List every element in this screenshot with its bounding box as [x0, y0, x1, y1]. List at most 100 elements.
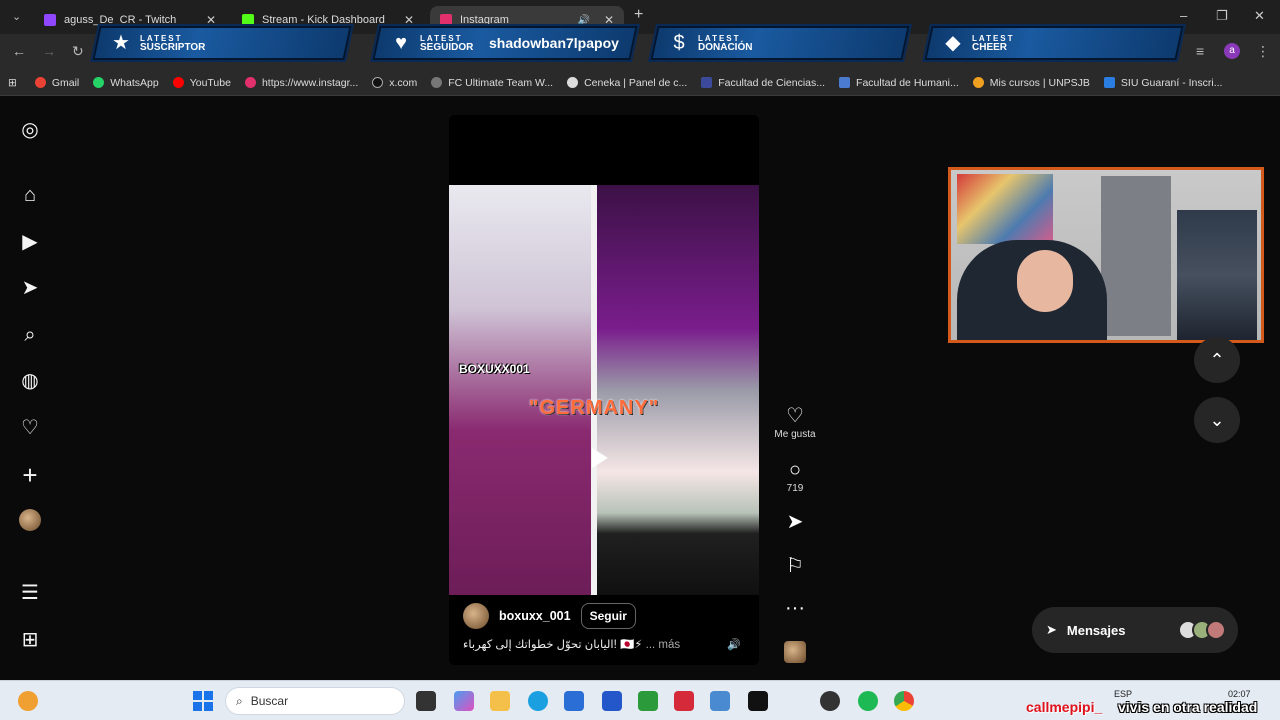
new-tab-icon[interactable]: +: [634, 6, 643, 24]
back-icon[interactable]: ←: [12, 43, 26, 59]
save-button[interactable]: ⚐: [770, 555, 820, 577]
file-explorer-icon[interactable]: [490, 691, 510, 711]
previous-reel-button[interactable]: ⌃: [1194, 337, 1240, 383]
globe-icon: [431, 77, 443, 88]
more-options-button[interactable]: ···: [770, 597, 820, 619]
author-avatar[interactable]: [463, 603, 489, 629]
bookmark-siu-guarani[interactable]: SIU Guaraní - Inscri...: [1103, 76, 1223, 89]
bookmark-label: Gmail: [51, 76, 80, 89]
audio-avatar: [784, 641, 806, 663]
author-username[interactable]: boxuxx_001: [499, 609, 571, 623]
caption-more-link[interactable]: ... más: [646, 639, 681, 651]
bookmark-label: https://www.instagr...: [261, 76, 359, 89]
maximize-icon[interactable]: ❐: [1216, 8, 1228, 24]
next-reel-button[interactable]: ⌄: [1194, 397, 1240, 443]
instagram-page: ◎ ⌂ ▶ ➤ ⌕ ◍ ♡ + ☰ ⊞ BOXUXX001 "GERMANY": [0, 97, 1280, 680]
bookmark-label: FC Ultimate Team W...: [448, 76, 554, 89]
home-icon[interactable]: ⌂: [18, 183, 42, 207]
instagram-logo-icon[interactable]: ◎: [18, 118, 42, 142]
reel-player[interactable]: BOXUXX001 "GERMANY" boxuxx_001 Seguir ال…: [449, 115, 759, 665]
tab-search-icon[interactable]: ⌄: [12, 10, 21, 23]
forward-icon[interactable]: →: [42, 43, 56, 59]
bookmark-mis-cursos[interactable]: Mis cursos | UNPSJB: [972, 77, 1090, 89]
bookmark-facultad-ciencias[interactable]: Facultad de Ciencias...: [701, 77, 825, 89]
document-icon: [839, 77, 851, 88]
more-menu-icon[interactable]: ☰: [18, 581, 42, 605]
minimize-icon[interactable]: –: [1180, 8, 1187, 23]
message-avatars: [1178, 620, 1226, 640]
bookmark-label: YouTube: [189, 76, 231, 89]
app-icon-red[interactable]: [674, 691, 694, 711]
bookmark-gmail[interactable]: Gmail: [34, 76, 80, 89]
moodle-icon: [972, 77, 984, 88]
weather-icon[interactable]: [18, 691, 38, 711]
comment-button[interactable]: ○ 719: [770, 459, 820, 494]
close-window-icon[interactable]: ✕: [1254, 8, 1265, 24]
chevron-up-icon: ⌃: [1209, 350, 1225, 370]
bookmark-fc-ultimate[interactable]: FC Ultimate Team W...: [431, 77, 553, 89]
banner-title: CHEER: [972, 42, 1008, 53]
xbox-icon[interactable]: [638, 691, 658, 711]
bookmark-facultad-humanidades[interactable]: Facultad de Humani...: [839, 77, 959, 89]
stream-overlay-message: vivis en otra realidad: [1118, 699, 1258, 715]
send-icon[interactable]: ➤: [18, 276, 42, 300]
follow-button[interactable]: Seguir: [580, 603, 636, 629]
obs-icon[interactable]: [820, 691, 840, 711]
screen: ⌄ aguss_De_CR - Twitch ✕ Stream - Kick D…: [0, 0, 1280, 720]
create-plus-icon[interactable]: +: [18, 462, 42, 488]
store-icon[interactable]: [564, 691, 584, 711]
profile-avatar[interactable]: a: [1224, 43, 1240, 59]
task-view-icon[interactable]: [416, 691, 436, 711]
spotify-icon[interactable]: [858, 691, 878, 711]
background-door: [1101, 176, 1171, 336]
notifications-heart-icon[interactable]: ♡: [18, 416, 42, 440]
taskbar-search-input[interactable]: ⌕ Buscar: [225, 687, 405, 715]
bookmark-label: WhatsApp: [110, 76, 159, 89]
bookmark-ceneka[interactable]: Ceneka | Panel de c...: [567, 77, 687, 89]
language-indicator[interactable]: ESP: [1114, 689, 1132, 699]
messages-label: Mensajes: [1066, 622, 1126, 638]
latest-subscriber-banner: ★ LATEST SUSCRIPTOR: [89, 24, 355, 62]
chrome-icon[interactable]: [894, 691, 914, 711]
copilot-icon[interactable]: [454, 691, 474, 711]
latest-follower-banner: ♥ LATEST SEGUIDOR shadowban7lpapoy: [369, 24, 641, 62]
banner-title: SEGUIDOR: [420, 42, 474, 53]
reel-video[interactable]: BOXUXX001 "GERMANY": [449, 185, 759, 595]
send-icon: ➤: [1046, 622, 1057, 637]
bookmark-instagram[interactable]: https://www.instagr...: [244, 76, 359, 89]
share-button[interactable]: ➤: [770, 511, 820, 533]
reels-icon[interactable]: ▶: [18, 230, 42, 254]
reload-icon[interactable]: ↻: [72, 43, 84, 60]
volume-icon[interactable]: 🔊: [727, 638, 741, 652]
search-icon[interactable]: ⌕: [18, 323, 42, 347]
media-control-icon[interactable]: ≡: [1196, 43, 1204, 59]
play-icon[interactable]: [592, 448, 608, 468]
explore-icon[interactable]: ◍: [18, 369, 42, 393]
bookmark-whatsapp[interactable]: WhatsApp: [93, 76, 159, 89]
app-icon[interactable]: [602, 691, 622, 711]
bookmark-label: SIU Guaraní - Inscri...: [1120, 76, 1223, 89]
system-tray: callmepipi_ vivis en otra realidad ESP 0…: [978, 685, 1274, 717]
start-button[interactable]: [193, 691, 213, 711]
apps-grid-icon[interactable]: ⊞: [8, 77, 17, 89]
stream-overlay-username: callmepipi_: [1026, 699, 1103, 715]
edge-icon[interactable]: [528, 691, 548, 711]
video-watermark: BOXUXX001: [459, 362, 530, 376]
audio-thumbnail[interactable]: [770, 641, 820, 668]
messages-button[interactable]: ➤ Mensajes: [1032, 607, 1238, 653]
dollar-icon: $: [673, 32, 685, 54]
bookmark-x[interactable]: x.com: [372, 77, 417, 89]
tiktok-icon[interactable]: [748, 691, 768, 711]
meta-apps-icon[interactable]: ⊞: [18, 628, 42, 652]
bookmark-youtube[interactable]: YouTube: [172, 76, 231, 89]
menu-icon[interactable]: ⋮: [1256, 43, 1270, 60]
banner-value: shadowban7lpapoy: [489, 35, 620, 51]
clock-time[interactable]: 02:07: [1228, 689, 1251, 699]
app-icon-blue[interactable]: [710, 691, 730, 711]
video-left-panel: [449, 185, 591, 595]
windows-taskbar: ⌕ Buscar callmepipi_ vivis en otra reali…: [0, 680, 1280, 720]
like-button[interactable]: ♡ Me gusta: [770, 405, 820, 440]
profile-avatar[interactable]: [19, 509, 41, 531]
bookmark-label: Facultad de Humani...: [856, 76, 959, 89]
bookmark-label: x.com: [389, 76, 418, 89]
